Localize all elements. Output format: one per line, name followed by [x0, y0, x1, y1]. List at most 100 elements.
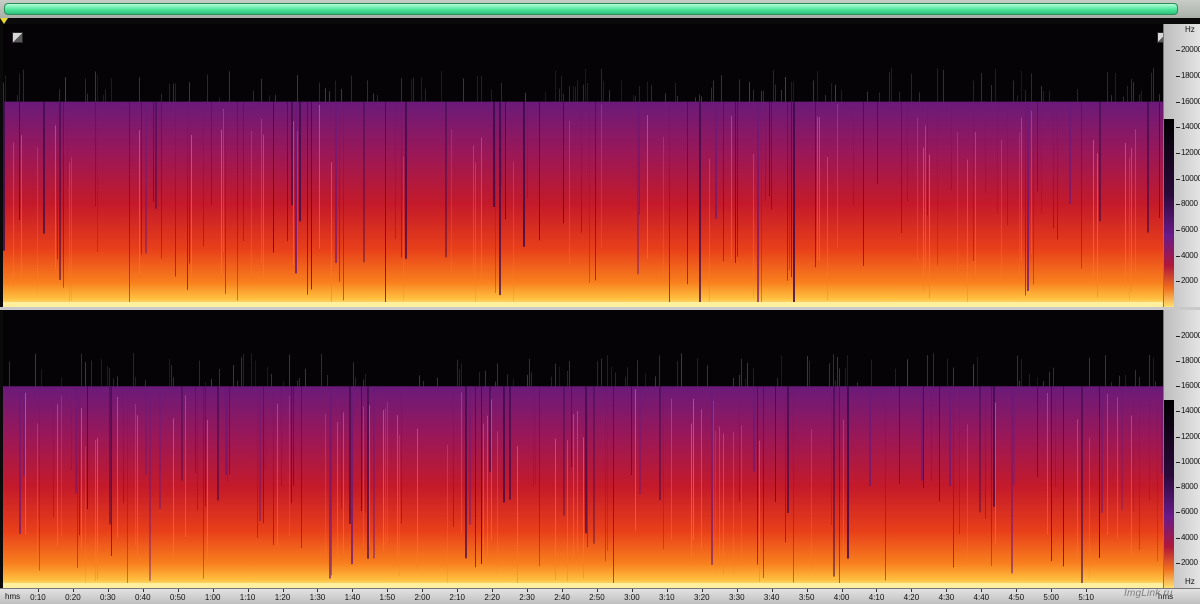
time-tick-mark [631, 589, 633, 592]
time-tick-label: 4:30 [938, 593, 955, 602]
time-tick-label: 3:00 [624, 593, 640, 602]
time-tick-mark [1051, 589, 1053, 592]
time-tick-mark [317, 589, 319, 592]
time-tick-mark [247, 589, 249, 592]
frequency-tick-mark [1176, 204, 1180, 206]
frequency-tick-label: 2000 [1181, 276, 1198, 286]
frequency-ruler-right[interactable]: Hz 2000 4000 6000 8000 10000 12000 14000 16000 1… [1163, 310, 1200, 588]
frequency-tick-label: 20000 [1181, 45, 1200, 55]
frequency-unit-label: Hz [1185, 25, 1195, 34]
time-tick-label: 2:50 [589, 593, 605, 602]
frequency-tick-mark [1176, 229, 1180, 231]
time-tick-mark [946, 589, 948, 592]
frequency-tick-mark [1176, 386, 1180, 388]
time-tick-label: 5:00 [1043, 593, 1059, 602]
time-tick-label: 0:20 [65, 593, 81, 602]
time-tick-label: 1:10 [239, 593, 256, 602]
frequency-tick-label: 14000 [1181, 122, 1200, 132]
time-tick-label: 1:50 [379, 593, 396, 602]
time-tick-label: 3:50 [798, 593, 815, 602]
frequency-tick-label: 4000 [1181, 532, 1198, 542]
time-tick-label: 4:50 [1008, 593, 1025, 602]
time-ruler[interactable]: hms hms 0:10 0:20 0:30 0:40 0:50 1:00 1:10 1:20… [0, 588, 1200, 604]
time-tick-mark [596, 589, 598, 592]
time-tick-mark [876, 589, 878, 592]
frequency-tick-mark [1176, 50, 1180, 52]
time-tick-label: 0:40 [134, 593, 151, 602]
spectral-view-channel-left[interactable] [3, 24, 1168, 307]
time-tick-mark [457, 589, 459, 592]
time-tick-label: 3:30 [728, 593, 745, 602]
frequency-tick-mark [1176, 512, 1180, 514]
time-tick-label: 4:00 [833, 593, 850, 602]
frequency-tick-mark [1176, 461, 1180, 463]
time-tick-label: 4:10 [868, 593, 885, 602]
frequency-tick-label: 14000 [1181, 406, 1200, 416]
time-tick-label: 4:40 [973, 593, 990, 602]
frequency-tick-mark [1176, 75, 1180, 77]
frequency-tick-mark [1176, 152, 1180, 154]
time-tick-mark [562, 589, 564, 592]
frequency-tick-label: 8000 [1181, 482, 1198, 492]
time-tick-label: 1:40 [344, 593, 361, 602]
frequency-tick-label: 10000 [1181, 173, 1200, 183]
time-tick-label: 5:10 [1078, 593, 1094, 602]
frequency-tick-mark [1176, 436, 1180, 438]
time-tick-mark [527, 589, 529, 592]
spectrogram-right [3, 310, 1163, 588]
time-tick-mark [1086, 589, 1088, 592]
time-tick-mark [422, 589, 424, 592]
frequency-tick-mark [1176, 281, 1180, 283]
spectrogram-left [3, 24, 1163, 307]
time-tick-mark [771, 589, 773, 592]
scrollbar-thumb[interactable] [4, 3, 1178, 15]
time-tick-label: 2:10 [449, 593, 465, 602]
time-tick-mark [72, 589, 74, 592]
frequency-tick-mark [1176, 562, 1180, 564]
watermark: ImgLink.ru [1124, 588, 1173, 599]
frequency-tick-label: 16000 [1181, 96, 1200, 106]
frequency-tick-label: 18000 [1181, 356, 1200, 366]
intensity-scale-bar [1164, 119, 1174, 307]
frequency-tick-mark [1176, 101, 1180, 103]
frequency-tick-mark [1176, 178, 1180, 180]
time-tick-label: 0:30 [100, 593, 116, 602]
intensity-scale-bar [1164, 400, 1174, 588]
time-tick-label: 3:40 [763, 593, 780, 602]
time-tick-mark [701, 589, 703, 592]
time-tick-label: 2:00 [414, 593, 431, 602]
time-tick-mark [806, 589, 808, 592]
horizontal-scrollbar[interactable] [0, 0, 1200, 18]
frequency-tick-mark [1176, 537, 1180, 539]
time-tick-label: 1:20 [274, 593, 291, 602]
frequency-tick-mark [1176, 361, 1180, 363]
frequency-unit-label: Hz [1185, 577, 1195, 586]
time-tick-mark [1016, 589, 1018, 592]
time-tick-label: 1:00 [204, 593, 221, 602]
time-tick-mark [666, 589, 668, 592]
spectrogram-energy-band [3, 101, 1163, 307]
time-tick-mark [37, 589, 39, 592]
time-tick-mark [352, 589, 354, 592]
frequency-tick-mark [1176, 411, 1180, 413]
time-tick-mark [911, 589, 913, 592]
frequency-tick-label: 12000 [1181, 431, 1200, 441]
time-tick-label: 3:10 [659, 593, 675, 602]
frequency-ruler-left[interactable]: Hz 2000 4000 6000 8000 10000 12000 14000 16000 1… [1163, 24, 1200, 307]
time-tick-mark [387, 589, 389, 592]
frequency-tick-label: 6000 [1181, 507, 1198, 517]
time-tick-mark [142, 589, 144, 592]
frequency-tick-label: 18000 [1181, 70, 1200, 80]
time-tick-label: 0:10 [30, 593, 46, 602]
time-tick-label: 2:20 [484, 593, 500, 602]
frequency-tick-label: 8000 [1181, 199, 1198, 209]
time-tick-mark [212, 589, 214, 592]
panel-corner-button-left-icon[interactable] [12, 32, 23, 43]
time-tick-mark [981, 589, 983, 592]
frequency-tick-mark [1176, 335, 1180, 337]
spectral-view-channel-right[interactable] [3, 310, 1163, 588]
time-tick-mark [282, 589, 284, 592]
frequency-tick-label: 2000 [1181, 557, 1198, 567]
frequency-tick-mark [1176, 255, 1180, 257]
time-tick-mark [107, 589, 109, 592]
